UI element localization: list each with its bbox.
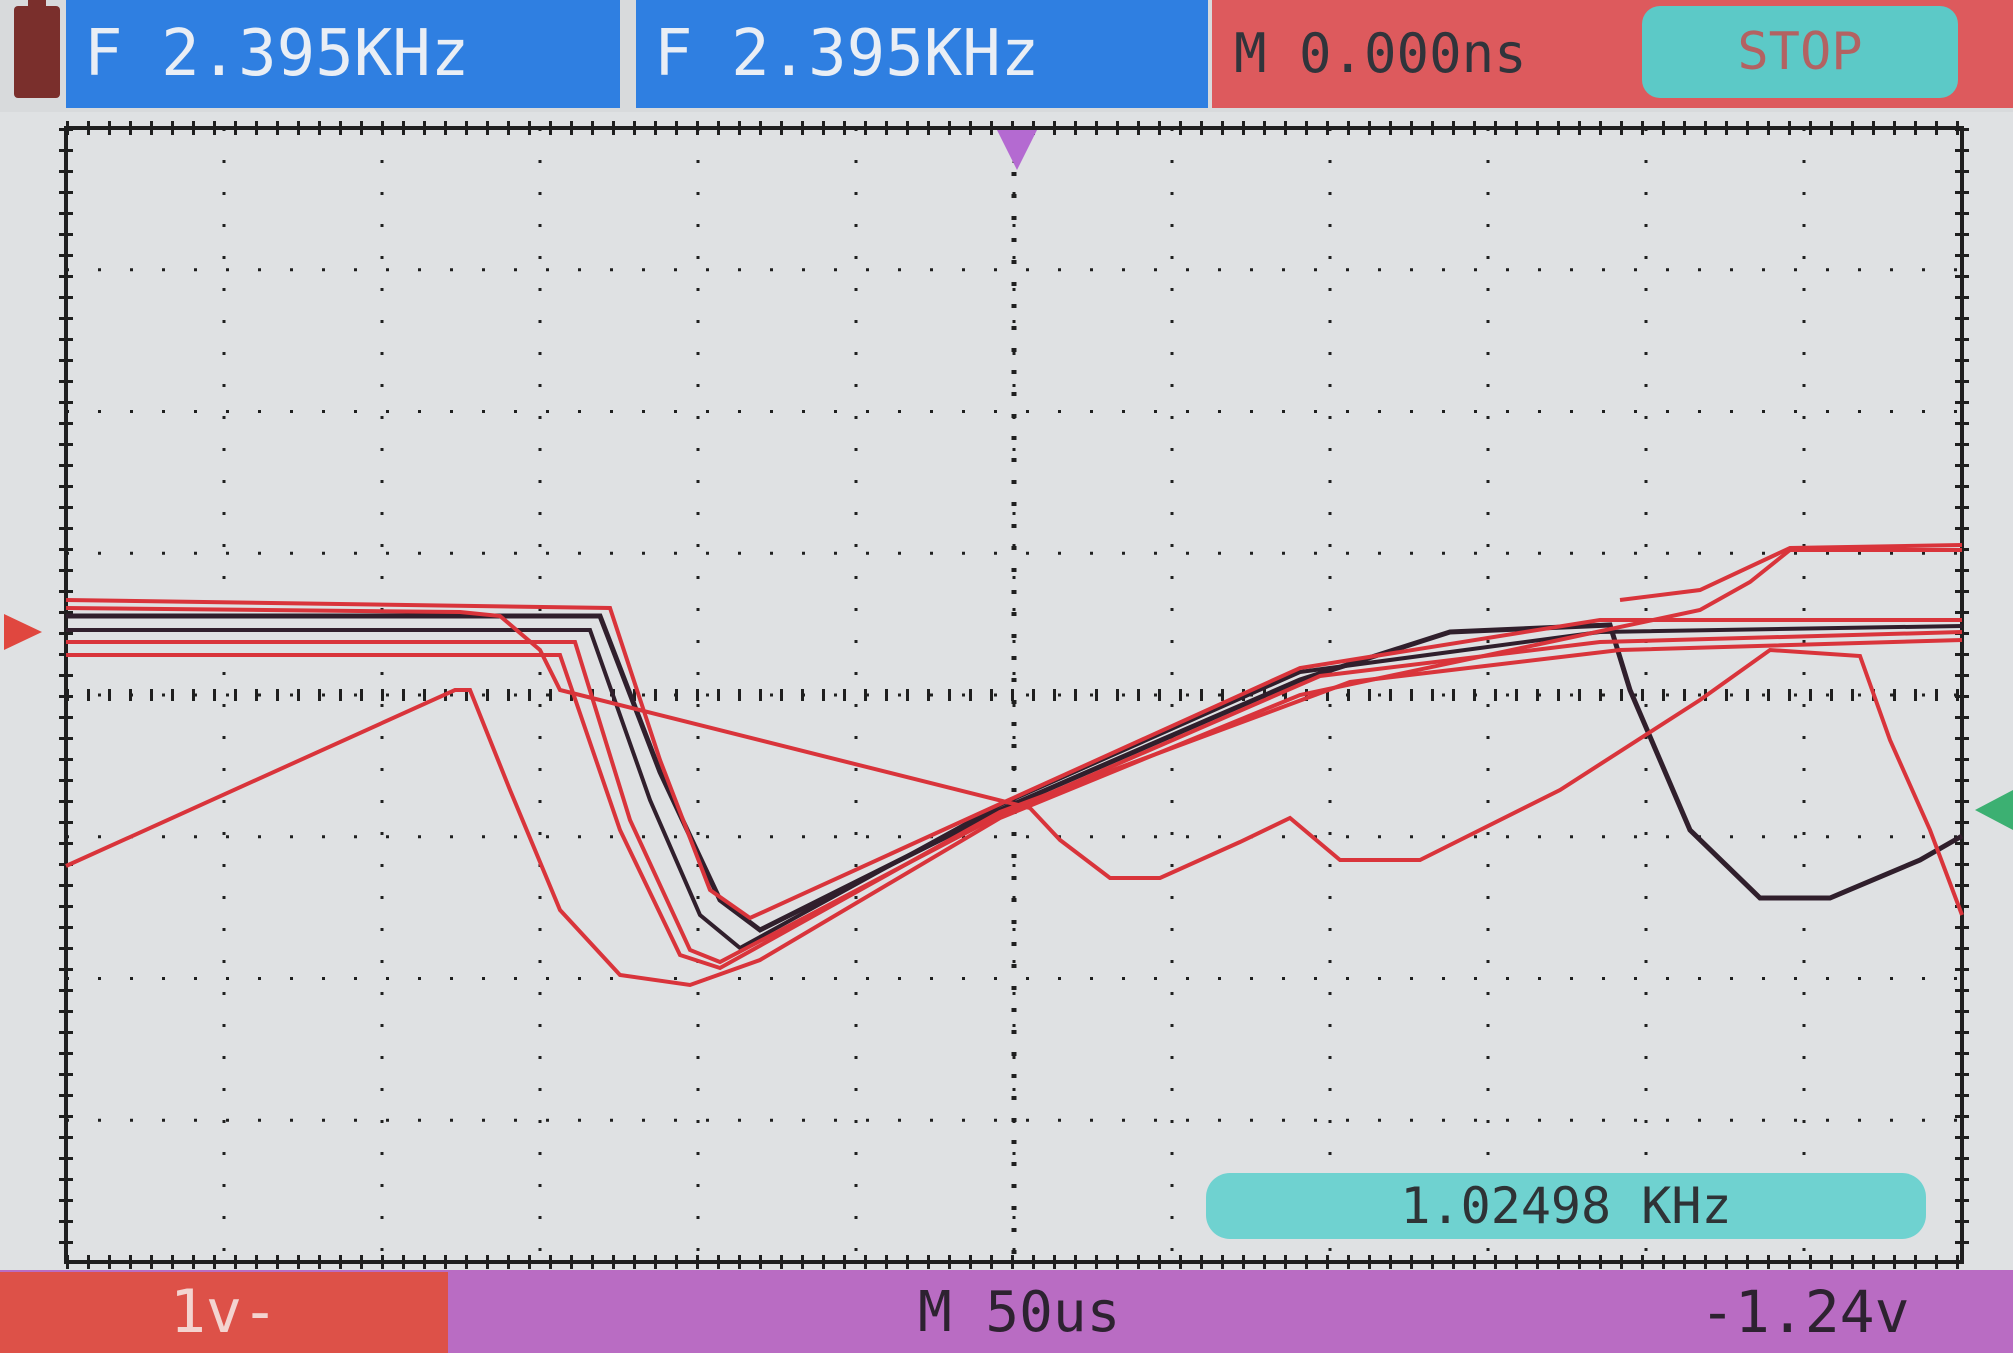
ground-reference-marker [4, 614, 42, 650]
volts-per-div-readout: 1v- [0, 1272, 448, 1353]
trigger-position-marker [997, 130, 1037, 170]
waveform-display [4, 121, 2013, 1269]
timebase-readout: M 50us [918, 1280, 1121, 1345]
trace-red-top [1619, 543, 1963, 602]
channel2-level-marker [1975, 790, 2013, 830]
trigger-level-readout: -1.24v [1700, 1278, 1910, 1346]
frequency-measurement-badge: 1.02498 KHz [1206, 1173, 1926, 1239]
side-markers [4, 130, 2013, 830]
trace-dark-1 [66, 613, 1964, 933]
graticule [59, 121, 1969, 1269]
graticule-border [64, 126, 1964, 1264]
